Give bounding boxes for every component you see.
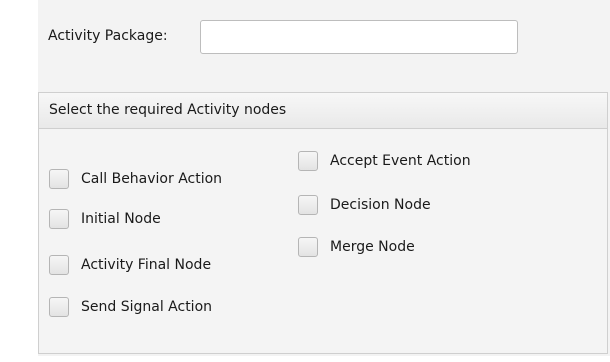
checkbox-accept-event-action[interactable]: Accept Event Action	[298, 149, 471, 173]
checkbox-decision-node[interactable]: Decision Node	[298, 193, 431, 217]
checkbox-label: Accept Event Action	[330, 153, 471, 169]
checkbox-box[interactable]	[49, 209, 69, 229]
activity-nodes-panel: Select the required Activity nodes Call …	[38, 92, 608, 354]
checkbox-initial-node[interactable]: Initial Node	[49, 207, 161, 231]
activity-nodes-title: Select the required Activity nodes	[49, 102, 287, 118]
checkbox-box[interactable]	[49, 297, 69, 317]
activity-nodes-dialog: Activity Package: Select the required Ac…	[38, 0, 610, 356]
checkbox-box[interactable]	[298, 151, 318, 171]
checkbox-label: Initial Node	[81, 211, 161, 227]
checkbox-merge-node[interactable]: Merge Node	[298, 235, 415, 259]
activity-package-label: Activity Package:	[48, 28, 168, 44]
checkbox-label: Merge Node	[330, 239, 415, 255]
checkbox-label: Decision Node	[330, 197, 431, 213]
checkbox-box[interactable]	[49, 169, 69, 189]
checkbox-box[interactable]	[298, 237, 318, 257]
checkbox-box[interactable]	[298, 195, 318, 215]
checkbox-label: Send Signal Action	[81, 299, 213, 315]
activity-package-row: Activity Package:	[38, 16, 610, 60]
checkbox-label: Call Behavior Action	[81, 171, 223, 187]
checkbox-send-signal-action[interactable]: Send Signal Action	[49, 295, 212, 319]
checkbox-call-behavior-action[interactable]: Call Behavior Action	[49, 167, 222, 191]
checkbox-activity-final-node[interactable]: Activity Final Node	[49, 253, 211, 277]
activity-package-input[interactable]	[200, 20, 518, 54]
checkbox-box[interactable]	[49, 255, 69, 275]
activity-nodes-header: Select the required Activity nodes	[39, 93, 607, 129]
checkbox-label: Activity Final Node	[81, 257, 212, 273]
